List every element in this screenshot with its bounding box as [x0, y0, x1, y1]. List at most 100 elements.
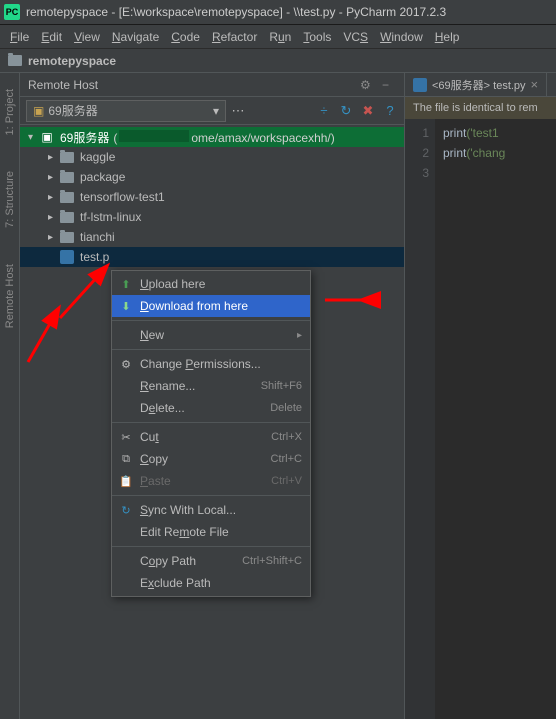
tree-root-label: 69服务器 — [60, 129, 109, 146]
chevron-right-icon[interactable] — [48, 212, 58, 222]
menu-code[interactable]: Code — [165, 28, 206, 46]
chevron-right-icon[interactable] — [48, 232, 58, 242]
menu-label: Upload here — [140, 277, 302, 291]
minimize-icon[interactable]: − — [382, 78, 396, 92]
folder-icon — [60, 152, 74, 163]
menu-file[interactable]: File — [4, 28, 35, 46]
sidebar-tab-remote-host[interactable]: Remote Host — [2, 256, 18, 336]
chevron-right-icon: ▸ — [297, 330, 302, 341]
tree-label: tf-lstm-linux — [80, 210, 141, 224]
server-dropdown[interactable]: ▣ 69服务器 ▾ — [26, 100, 226, 122]
tree-label: tianchi — [80, 230, 115, 244]
breadcrumb: remotepyspace — [0, 49, 556, 73]
folder-icon — [60, 192, 74, 203]
menu-copy[interactable]: ⧉ Copy Ctrl+C — [112, 448, 310, 470]
pycharm-icon: PC — [4, 4, 20, 20]
menu-separator — [112, 546, 310, 547]
panel-title: Remote Host — [28, 78, 98, 92]
chevron-right-icon[interactable] — [48, 192, 58, 202]
code-line: print('test1 — [443, 123, 505, 143]
gear-icon[interactable]: ⚙ — [360, 78, 374, 92]
menu-paste: 📋 Paste Ctrl+V — [112, 470, 310, 492]
menu-label: Copy Path — [140, 554, 242, 568]
python-file-icon — [60, 250, 74, 264]
tree-label: tensorflow-test1 — [80, 190, 165, 204]
cancel-icon[interactable]: ✖ — [360, 103, 376, 119]
menu-shortcut: Shift+F6 — [261, 380, 302, 392]
menu-run[interactable]: Run — [263, 28, 297, 46]
menu-separator — [112, 349, 310, 350]
left-sidebar: 1: Project 7: Structure Remote Host — [0, 73, 20, 719]
tree-item-package[interactable]: package — [20, 167, 404, 187]
permissions-icon: ⚙ — [118, 356, 134, 372]
paste-icon: 📋 — [118, 473, 134, 489]
tree-item-testpy[interactable]: test.p — [20, 247, 404, 267]
chevron-down-icon: ▾ — [213, 104, 219, 118]
sync-icon: ↻ — [118, 502, 134, 518]
menu-label: Paste — [140, 474, 271, 488]
tree-item-kaggle[interactable]: kaggle — [20, 147, 404, 167]
menu-label: Cut — [140, 430, 271, 444]
editor-tabs: <69服务器> test.py × — [405, 73, 556, 97]
server-icon: ▣ — [33, 104, 44, 118]
menu-separator — [112, 320, 310, 321]
help-icon[interactable]: ? — [382, 103, 398, 119]
menu-help[interactable]: Help — [429, 28, 466, 46]
menu-view[interactable]: View — [68, 28, 106, 46]
editor-tab-testpy[interactable]: <69服务器> test.py × — [405, 73, 547, 96]
upload-icon: ⬆ — [118, 276, 134, 292]
menu-sync-local[interactable]: ↻ Sync With Local... — [112, 499, 310, 521]
chevron-right-icon[interactable] — [48, 152, 58, 162]
menu-edit-remote-file[interactable]: Edit Remote File — [112, 521, 310, 543]
menu-copy-path[interactable]: Copy Path Ctrl+Shift+C — [112, 550, 310, 572]
breadcrumb-project[interactable]: remotepyspace — [28, 54, 116, 68]
menu-delete[interactable]: Delete... Delete — [112, 397, 310, 419]
sidebar-tab-project[interactable]: 1: Project — [2, 81, 18, 143]
python-file-icon — [413, 78, 427, 92]
cut-icon: ✂ — [118, 429, 134, 445]
code-line: print('chang — [443, 143, 505, 163]
folder-icon — [60, 232, 74, 243]
sidebar-tab-structure[interactable]: 7: Structure — [2, 163, 18, 236]
ellipsis-button[interactable]: ⋯ — [230, 103, 246, 119]
chevron-right-icon[interactable] — [48, 172, 58, 182]
menu-window[interactable]: Window — [374, 28, 429, 46]
code-area[interactable]: print('test1 print('chang — [435, 119, 505, 719]
panel-header: Remote Host ⚙ − — [20, 73, 404, 97]
refresh-icon[interactable]: ↻ — [338, 103, 354, 119]
menu-label: Sync With Local... — [140, 503, 302, 517]
menu-label: Rename... — [140, 379, 261, 393]
close-icon[interactable]: × — [531, 77, 539, 92]
menu-upload-here[interactable]: ⬆ Upload here — [112, 273, 310, 295]
menu-rename[interactable]: Rename... Shift+F6 — [112, 375, 310, 397]
menu-edit[interactable]: Edit — [35, 28, 68, 46]
tree-root[interactable]: ▣ 69服务器 (ome/amax/workspacexhh/) — [20, 127, 404, 147]
tree-label: test.p — [80, 250, 109, 264]
menu-label: Exclude Path — [140, 576, 302, 590]
menu-cut[interactable]: ✂ Cut Ctrl+X — [112, 426, 310, 448]
gutter-line: 3 — [405, 163, 429, 183]
menu-new[interactable]: New ▸ — [112, 324, 310, 346]
chevron-down-icon[interactable] — [28, 132, 38, 142]
menubar: File Edit View Navigate Code Refactor Ru… — [0, 25, 556, 49]
editor-body[interactable]: 1 2 3 print('test1 print('chang — [405, 119, 556, 719]
menu-navigate[interactable]: Navigate — [106, 28, 165, 46]
menu-shortcut: Ctrl+C — [271, 453, 302, 465]
menu-exclude-path[interactable]: Exclude Path — [112, 572, 310, 594]
server-name: 69服务器 — [48, 102, 97, 119]
menu-download-from-here[interactable]: ⬇ Download from here — [112, 295, 310, 317]
menu-shortcut: Delete — [270, 402, 302, 414]
menu-refactor[interactable]: Refactor — [206, 28, 263, 46]
tree-item-lstm[interactable]: tf-lstm-linux — [20, 207, 404, 227]
divide-icon[interactable]: ÷ — [316, 103, 332, 119]
menu-label: Change Permissions... — [140, 357, 302, 371]
menu-label: Download from here — [140, 299, 302, 313]
menu-change-permissions[interactable]: ⚙ Change Permissions... — [112, 353, 310, 375]
menu-shortcut: Ctrl+X — [271, 431, 302, 443]
tree-item-tianchi[interactable]: tianchi — [20, 227, 404, 247]
masked-region — [119, 130, 189, 142]
tree-item-tensorflow[interactable]: tensorflow-test1 — [20, 187, 404, 207]
menu-tools[interactable]: Tools — [297, 28, 337, 46]
menu-vcs[interactable]: VCS — [337, 28, 374, 46]
folder-icon — [8, 55, 22, 66]
